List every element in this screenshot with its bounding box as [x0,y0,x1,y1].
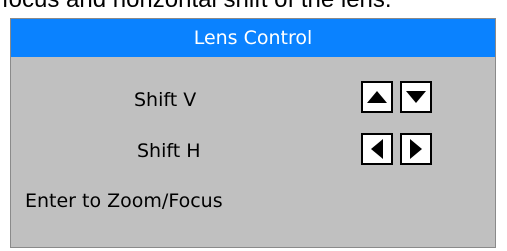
shift-h-left-button[interactable] [361,133,393,165]
cropped-caption-text: focus and horizontal shift of the lens. [2,0,392,13]
zoom-focus-hint: Enter to Zoom/Focus [25,190,223,212]
triangle-left-icon [371,139,383,159]
panel-title-bar: Lens Control [11,19,495,57]
shift-v-label: Shift V [134,89,197,111]
shift-v-up-button[interactable] [361,81,393,113]
shift-h-label: Shift H [137,140,201,162]
panel-title: Lens Control [193,27,313,49]
triangle-down-icon [406,91,426,103]
triangle-right-icon [410,139,422,159]
shift-h-right-button[interactable] [400,133,432,165]
shift-v-down-button[interactable] [400,81,432,113]
triangle-up-icon [367,91,387,103]
lens-control-panel: Lens Control Shift V Shift H Enter to Zo… [10,18,496,248]
